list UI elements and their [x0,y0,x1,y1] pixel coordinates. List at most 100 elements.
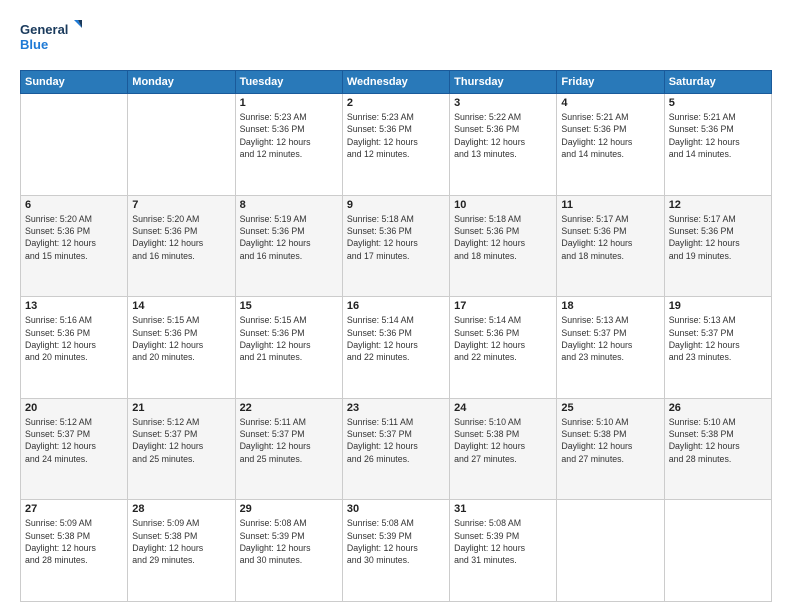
day-number: 21 [132,402,230,414]
cell-details: Sunrise: 5:08 AM Sunset: 5:39 PM Dayligh… [240,517,338,566]
calendar-cell: 9 Sunrise: 5:18 AM Sunset: 5:36 PM Daylig… [342,195,449,297]
calendar-cell: 27Sunrise: 5:09 AM Sunset: 5:38 PM Dayli… [21,500,128,602]
cell-details: Sunrise: 5:09 AM Sunset: 5:38 PM Dayligh… [132,517,230,566]
calendar-row: 20Sunrise: 5:12 AM Sunset: 5:37 PM Dayli… [21,398,772,500]
cell-details: Sunrise: 5:21 AM Sunset: 5:36 PM Dayligh… [561,111,659,160]
calendar-cell: 1 Sunrise: 5:23 AM Sunset: 5:36 PM Daylig… [235,94,342,196]
weekday-header: Monday [128,71,235,94]
calendar-cell: 23 Sunrise: 5:11 AM Sunset: 5:37 PM Dayli… [342,398,449,500]
day-number: 7 [132,199,230,211]
day-number: 8 [240,199,338,211]
calendar-cell: 7 Sunrise: 5:20 AM Sunset: 5:36 PM Daylig… [128,195,235,297]
calendar-header-row: SundayMondayTuesdayWednesdayThursdayFrid… [21,71,772,94]
calendar-cell: 28 Sunrise: 5:09 AM Sunset: 5:38 PM Dayli… [128,500,235,602]
calendar-cell [664,500,771,602]
day-number: 11 [561,199,659,211]
calendar-table: SundayMondayTuesdayWednesdayThursdayFrid… [20,70,772,602]
calendar-row: 27 Sunrise: 5:09 AM Sunset: 5:38 PM Dayli… [21,500,772,602]
calendar-cell: 18 Sunrise: 5:13 AM Sunset: 5:37 PM Dayli… [557,297,664,399]
day-number: 28 [132,503,230,515]
cell-details: Sunrise: 5:16 AM Sunset: 5:36 PM Dayligh… [25,314,123,363]
cell-details: Sunrise: 5:08 AM Sunset: 5:39 PM Dayligh… [347,517,445,566]
calendar-cell: 6Sunrise: 5:20 AM Sunset: 5:36 PM Daylig… [21,195,128,297]
calendar-cell: 4 Sunrise: 5:21 AM Sunset: 5:36 PM Daylig… [557,94,664,196]
day-number: 12 [669,199,767,211]
weekday-header: Friday [557,71,664,94]
cell-details: Sunrise: 5:17 AM Sunset: 5:36 PM Dayligh… [561,213,659,262]
day-number: 17 [454,300,552,312]
day-number: 15 [240,300,338,312]
cell-details: Sunrise: 5:14 AM Sunset: 5:36 PM Dayligh… [454,314,552,363]
day-number: 22 [240,402,338,414]
cell-details: Sunrise: 5:21 AM Sunset: 5:36 PM Dayligh… [669,111,767,160]
calendar-cell: 8Sunrise: 5:19 AM Sunset: 5:36 PM Daylig… [235,195,342,297]
day-number: 5 [669,97,767,109]
weekday-header: Sunday [21,71,128,94]
day-number: 26 [669,402,767,414]
cell-details: Sunrise: 5:14 AM Sunset: 5:36 PM Dayligh… [347,314,445,363]
calendar-cell: 3 Sunrise: 5:22 AM Sunset: 5:36 PM Daylig… [450,94,557,196]
header: General Blue [20,16,772,60]
calendar-cell: 31Sunrise: 5:08 AM Sunset: 5:39 PM Dayli… [450,500,557,602]
svg-text:Blue: Blue [20,37,48,52]
cell-details: Sunrise: 5:10 AM Sunset: 5:38 PM Dayligh… [561,416,659,465]
calendar-row: 13 Sunrise: 5:16 AM Sunset: 5:36 PM Dayli… [21,297,772,399]
day-number: 19 [669,300,767,312]
cell-details: Sunrise: 5:12 AM Sunset: 5:37 PM Dayligh… [25,416,123,465]
calendar-cell: 21 Sunrise: 5:12 AM Sunset: 5:37 PM Dayli… [128,398,235,500]
cell-details: Sunrise: 5:18 AM Sunset: 5:36 PM Dayligh… [454,213,552,262]
day-number: 25 [561,402,659,414]
calendar-cell: 24 Sunrise: 5:10 AM Sunset: 5:38 PM Dayli… [450,398,557,500]
cell-details: Sunrise: 5:12 AM Sunset: 5:37 PM Dayligh… [132,416,230,465]
calendar-cell: 11 Sunrise: 5:17 AM Sunset: 5:36 PM Dayli… [557,195,664,297]
cell-details: Sunrise: 5:11 AM Sunset: 5:37 PM Dayligh… [240,416,338,465]
cell-details: Sunrise: 5:23 AM Sunset: 5:36 PM Dayligh… [240,111,338,160]
cell-details: Sunrise: 5:10 AM Sunset: 5:38 PM Dayligh… [454,416,552,465]
calendar-cell: 5 Sunrise: 5:21 AM Sunset: 5:36 PM Daylig… [664,94,771,196]
day-number: 29 [240,503,338,515]
cell-details: Sunrise: 5:08 AM Sunset: 5:39 PM Dayligh… [454,517,552,566]
day-number: 9 [347,199,445,211]
calendar-cell: 12 Sunrise: 5:17 AM Sunset: 5:36 PM Dayli… [664,195,771,297]
calendar-cell: 26Sunrise: 5:10 AM Sunset: 5:38 PM Dayli… [664,398,771,500]
day-number: 30 [347,503,445,515]
svg-text:General: General [20,22,68,37]
calendar-cell: 25 Sunrise: 5:10 AM Sunset: 5:38 PM Dayli… [557,398,664,500]
day-number: 4 [561,97,659,109]
calendar-cell: 19 Sunrise: 5:13 AM Sunset: 5:37 PM Dayli… [664,297,771,399]
logo: General Blue [20,16,82,60]
cell-details: Sunrise: 5:17 AM Sunset: 5:36 PM Dayligh… [669,213,767,262]
calendar-cell: 16Sunrise: 5:14 AM Sunset: 5:36 PM Dayli… [342,297,449,399]
logo-svg: General Blue [20,16,82,60]
weekday-header: Thursday [450,71,557,94]
weekday-header: Saturday [664,71,771,94]
calendar-cell: 30 Sunrise: 5:08 AM Sunset: 5:39 PM Dayli… [342,500,449,602]
day-number: 6 [25,199,123,211]
cell-details: Sunrise: 5:13 AM Sunset: 5:37 PM Dayligh… [561,314,659,363]
calendar-cell [128,94,235,196]
day-number: 14 [132,300,230,312]
calendar-cell [557,500,664,602]
day-number: 27 [25,503,123,515]
calendar-row: 6 Sunrise: 5:20 AM Sunset: 5:36 PM Daylig… [21,195,772,297]
page: General Blue SundayMondayTuesdayWednesda… [0,0,792,612]
calendar-cell: 13 Sunrise: 5:16 AM Sunset: 5:36 PM Dayli… [21,297,128,399]
cell-details: Sunrise: 5:15 AM Sunset: 5:36 PM Dayligh… [240,314,338,363]
cell-details: Sunrise: 5:13 AM Sunset: 5:37 PM Dayligh… [669,314,767,363]
day-number: 3 [454,97,552,109]
cell-details: Sunrise: 5:20 AM Sunset: 5:36 PM Dayligh… [132,213,230,262]
day-number: 24 [454,402,552,414]
calendar-cell: 15 Sunrise: 5:15 AM Sunset: 5:36 PM Dayli… [235,297,342,399]
day-number: 13 [25,300,123,312]
day-number: 10 [454,199,552,211]
day-number: 1 [240,97,338,109]
day-number: 18 [561,300,659,312]
calendar-cell: 29 Sunrise: 5:08 AM Sunset: 5:39 PM Dayli… [235,500,342,602]
cell-details: Sunrise: 5:18 AM Sunset: 5:36 PM Dayligh… [347,213,445,262]
cell-details: Sunrise: 5:11 AM Sunset: 5:37 PM Dayligh… [347,416,445,465]
cell-details: Sunrise: 5:22 AM Sunset: 5:36 PM Dayligh… [454,111,552,160]
calendar-row: 1 Sunrise: 5:23 AM Sunset: 5:36 PM Daylig… [21,94,772,196]
weekday-header: Wednesday [342,71,449,94]
day-number: 23 [347,402,445,414]
cell-details: Sunrise: 5:23 AM Sunset: 5:36 PM Dayligh… [347,111,445,160]
